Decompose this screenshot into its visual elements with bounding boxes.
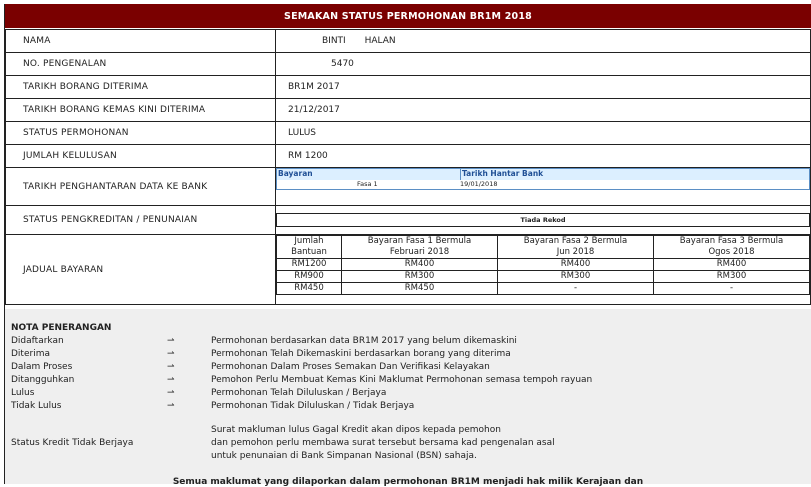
note-key: Diterima (11, 349, 50, 359)
jadual-header: Bayaran Fasa 1 Bermula Februari 2018 (341, 235, 498, 259)
arrow-icon: ⇀ (167, 349, 175, 359)
row-nama: NAMA BINTI HALAN (5, 29, 811, 53)
row-jadual: JADUAL BAYARAN Jumlah Bantuan Bayaran Fas… (5, 234, 811, 305)
note-key: Lulus (11, 388, 35, 398)
value-nama-part1: BINTI (322, 36, 346, 46)
label-nama: NAMA (5, 29, 276, 53)
label-kemaskini: TARIKH BORANG KEMAS KINI DITERIMA (5, 98, 276, 122)
kredit-note-key: Status Kredit Tidak Berjaya (11, 438, 134, 448)
note-key: Tidak Lulus (11, 401, 62, 411)
note-desc: Permohonan berdasarkan data BR1M 2017 ya… (211, 336, 517, 346)
arrow-icon: ⇀ (167, 375, 175, 385)
jadual-row: RM900 RM300 RM300 RM300 (276, 270, 810, 283)
row-status: STATUS PERMOHONAN LULUS (5, 121, 811, 145)
jadual-cell: RM300 (653, 270, 810, 283)
arrow-icon: ⇀ (167, 336, 175, 346)
row-pengenalan: NO. PENGENALAN 5470 (5, 52, 811, 76)
note-key: Dalam Proses (11, 362, 73, 372)
arrow-icon: ⇀ (167, 388, 175, 398)
row-kredit: STATUS PENGKREDITAN / PENUNAIAN Tiada Re… (5, 205, 811, 235)
jadual-cell: RM400 (497, 258, 654, 271)
jadual-cell: - (653, 282, 810, 295)
kredit-status-box: Tiada Rekod (276, 213, 810, 227)
bank-col-bayaran: Bayaran (278, 169, 313, 178)
label-bank: TARIKH PENGHANTARAN DATA KE BANK (5, 167, 276, 206)
jadual-cell: RM400 (341, 258, 498, 271)
jadual-row: RM1200 RM400 RM400 RM400 (276, 258, 810, 271)
notes-title: NOTA PENERANGAN (11, 323, 112, 333)
jadual-header: Bayaran Fasa 3 Bermula Ogos 2018 (653, 235, 810, 259)
note-desc: Pemohon Perlu Membuat Kemas Kini Makluma… (211, 375, 593, 385)
bank-col-tarikh: Tarikh Hantar Bank (460, 169, 544, 180)
note-desc: Permohonan Tidak Diluluskan / Tidak Berj… (211, 401, 415, 411)
jadual-row: RM450 RM450 - - (276, 282, 810, 295)
footer-statement: Semua maklumat yang dilaporkan dalam per… (172, 477, 644, 487)
note-desc: Permohonan Telah Diluluskan / Berjaya (211, 388, 387, 398)
bank-table: Bayaran Tarikh Hantar Bank Fasa 1 19/01/… (276, 168, 810, 205)
jadual-cell: RM450 (276, 282, 342, 295)
status-table: NAMA BINTI HALAN NO. PENGENALAN 5470 TAR… (5, 29, 811, 305)
row-kemaskini: TARIKH BORANG KEMAS KINI DITERIMA 21/12/… (5, 98, 811, 122)
value-status: LULUS (288, 128, 317, 138)
jadual-cell: RM400 (653, 258, 810, 271)
label-jadual: JADUAL BAYARAN (5, 234, 276, 305)
jadual-header: Jumlah Bantuan (276, 235, 342, 259)
row-kelulusan: JUMLAH KELULUSAN RM 1200 (5, 144, 811, 168)
jadual-cell: - (497, 282, 654, 295)
jadual-cell: RM900 (276, 270, 342, 283)
bank-row-fasa: Fasa 1 (357, 180, 378, 188)
note-key: Ditangguhkan (11, 375, 75, 385)
value-nama-part2: HALAN (364, 36, 396, 46)
jadual-cell: RM300 (497, 270, 654, 283)
value-kelulusan: RM 1200 (288, 151, 328, 161)
jadual-table: Jumlah Bantuan Bayaran Fasa 1 Bermula Febr… (276, 235, 810, 295)
label-kredit: STATUS PENGKREDITAN / PENUNAIAN (5, 205, 276, 235)
value-kemaskini: 21/12/2017 (288, 105, 340, 115)
arrow-icon: ⇀ (167, 362, 175, 372)
notes-section: NOTA PENERANGAN Didaftarkan ⇀ Permohonan… (5, 309, 811, 487)
label-borang-diterima: TARIKH BORANG DITERIMA (5, 75, 276, 99)
jadual-header: Bayaran Fasa 2 Bermula Jun 2018 (497, 235, 654, 259)
bank-row: Fasa 1 19/01/2018 (276, 180, 810, 190)
jadual-cell: RM1200 (276, 258, 342, 271)
result-frame: SEMAKAN STATUS PERMOHONAN BR1M 2018 NAMA… (4, 4, 811, 487)
jadual-cell: RM300 (341, 270, 498, 283)
row-borang-diterima: TARIKH BORANG DITERIMA BR1M 2017 (5, 75, 811, 99)
page-title: SEMAKAN STATUS PERMOHONAN BR1M 2018 (5, 4, 811, 28)
arrow-icon: ⇀ (167, 401, 175, 411)
note-key: Didaftarkan (11, 336, 64, 346)
value-pengenalan: 5470 (331, 59, 354, 69)
note-desc: Permohonan Telah Dikemaskini berdasarkan… (211, 349, 511, 359)
label-status: STATUS PERMOHONAN (5, 121, 276, 145)
jadual-cell: RM450 (341, 282, 498, 295)
label-pengenalan: NO. PENGENALAN (5, 52, 276, 76)
row-bank: TARIKH PENGHANTARAN DATA KE BANK Bayaran… (5, 167, 811, 206)
value-nama: BINTI HALAN (275, 29, 811, 53)
bank-row-date: 19/01/2018 (460, 180, 498, 188)
note-desc: Permohonan Dalam Proses Semakan Dan Veri… (211, 362, 490, 372)
jadual-header-row: Jumlah Bantuan Bayaran Fasa 1 Bermula Febr… (276, 235, 810, 259)
value-borang-diterima: BR1M 2017 (288, 82, 340, 92)
label-kelulusan: JUMLAH KELULUSAN (5, 144, 276, 168)
